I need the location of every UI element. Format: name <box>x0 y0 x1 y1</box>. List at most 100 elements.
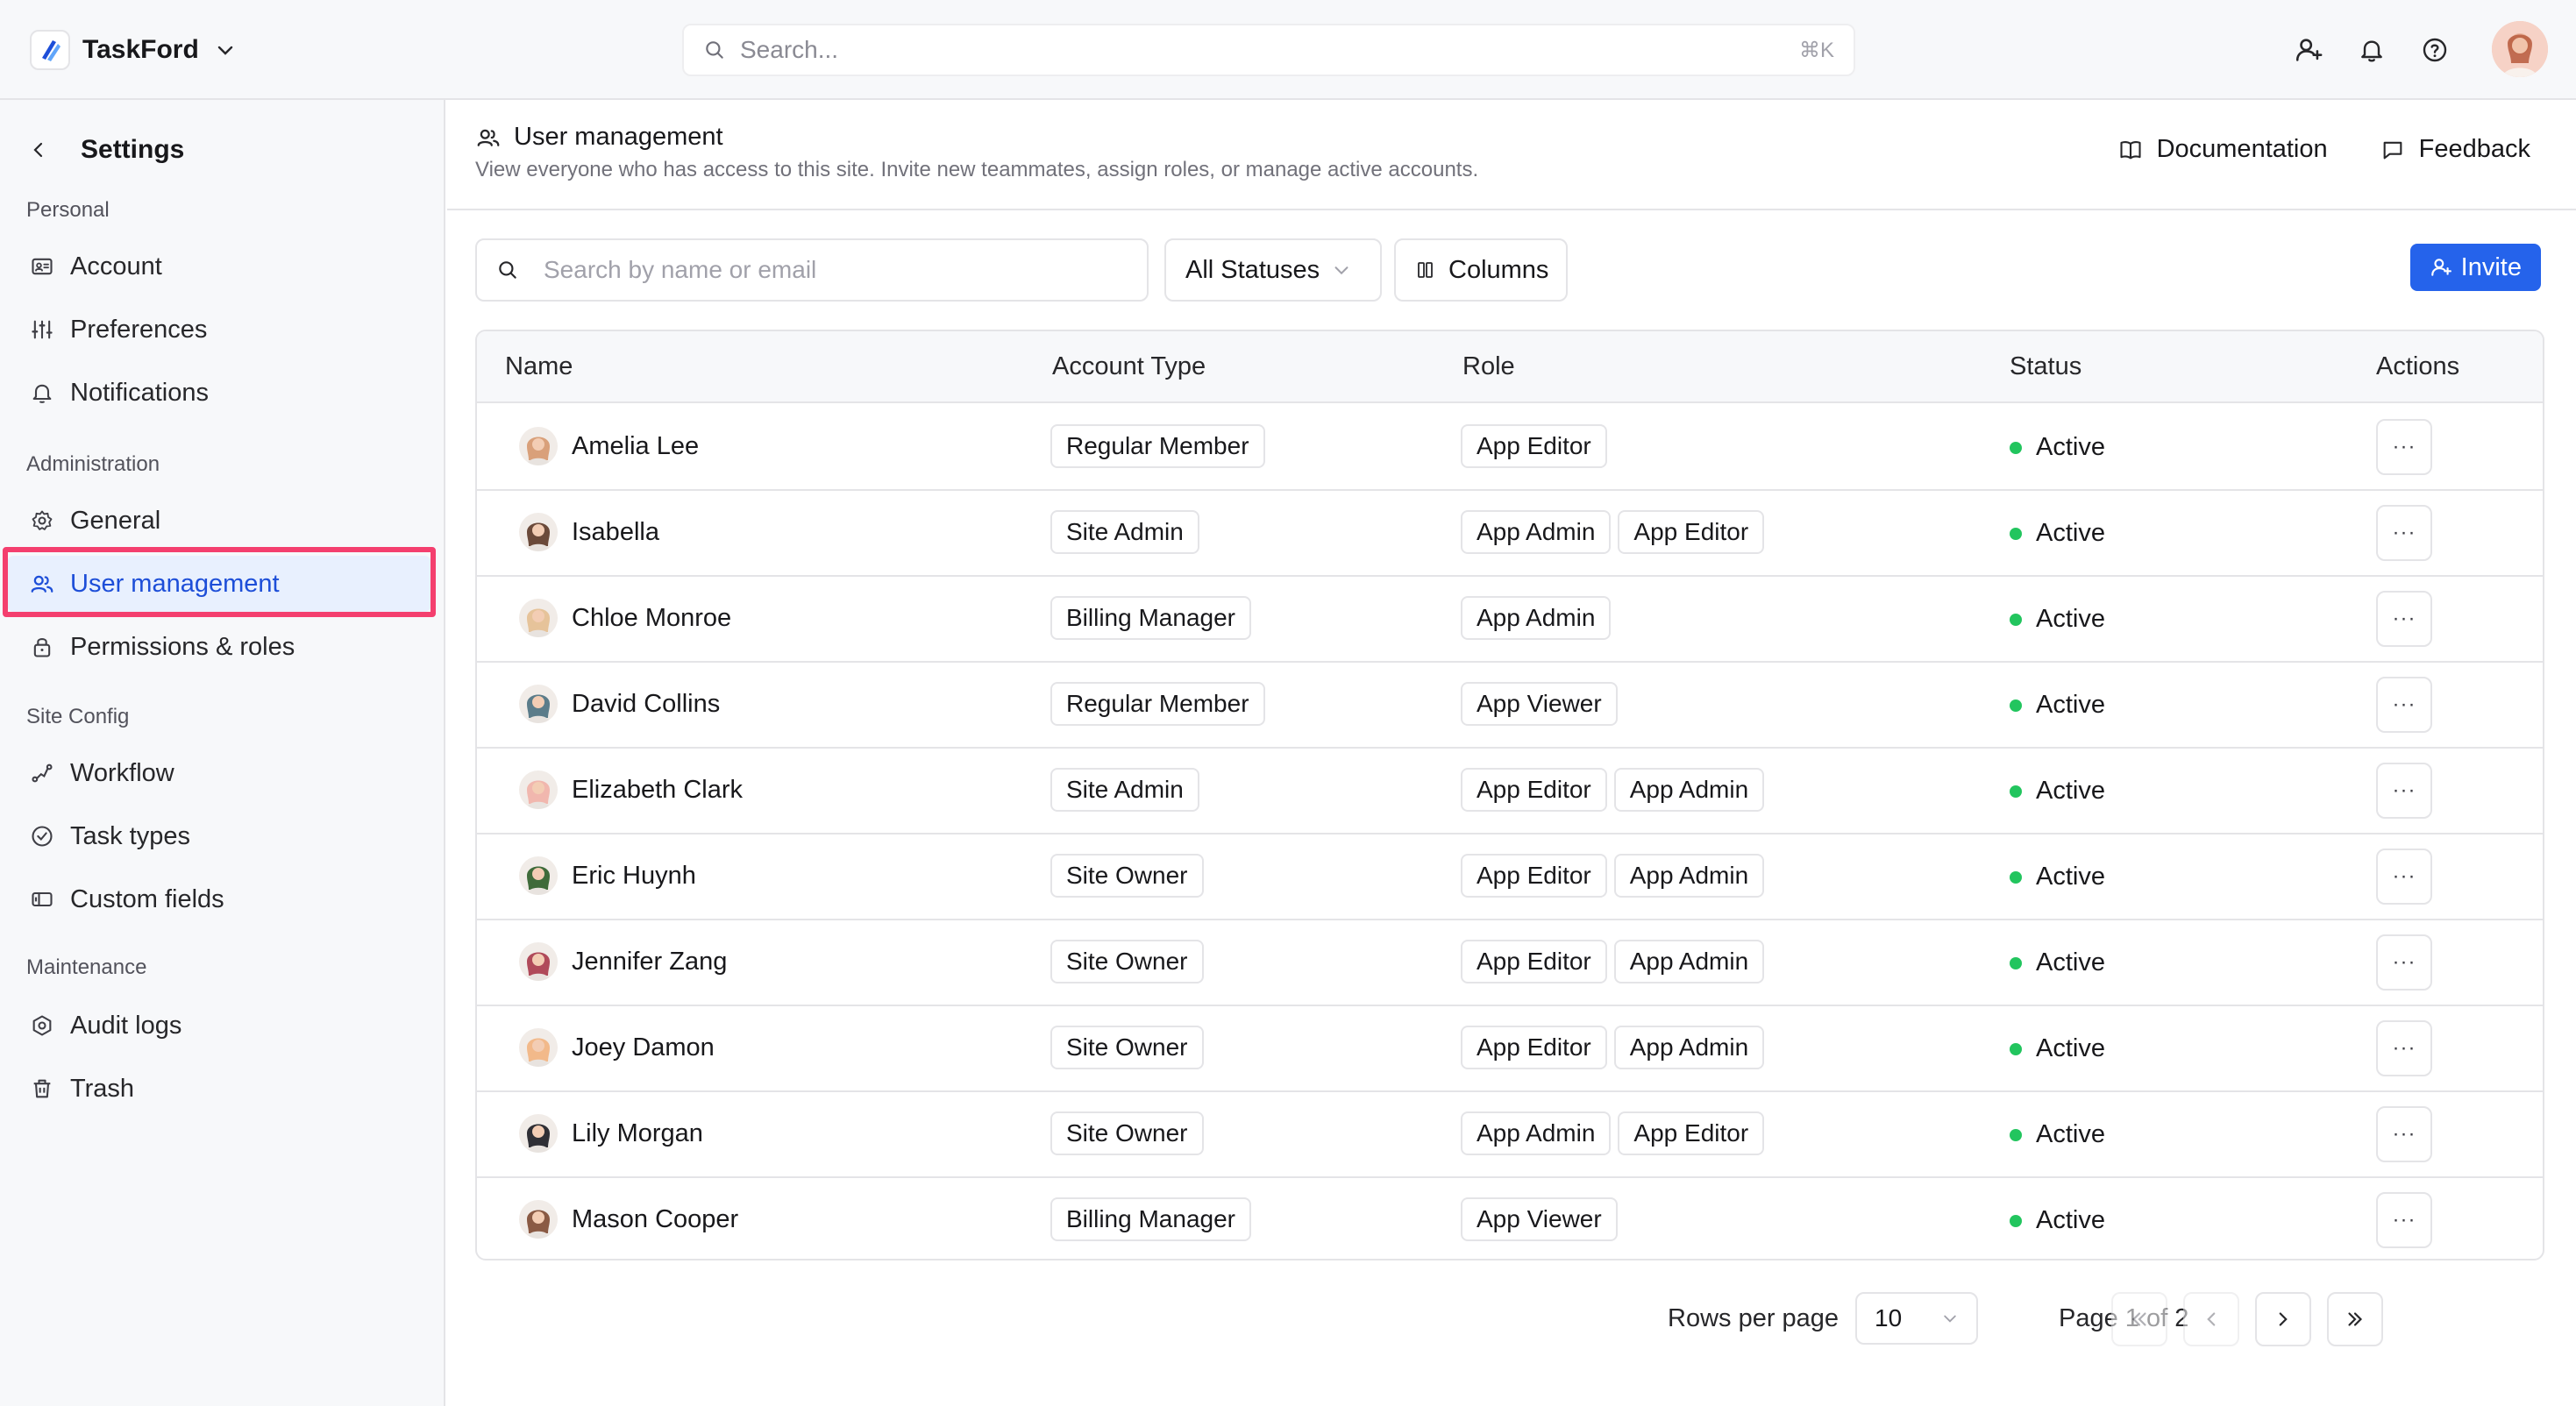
avatar <box>519 599 558 637</box>
row-actions-button[interactable]: ··· <box>2376 849 2432 905</box>
status-dot-icon <box>2010 699 2022 712</box>
sidebar-item-workflow[interactable]: Workflow <box>7 745 431 801</box>
table-row[interactable]: David Collins Regular Member App Viewer Act… <box>477 663 2543 749</box>
user-name: Elizabeth Clark <box>572 775 744 804</box>
table-row[interactable]: Jennifer Zang Site Owner App Editor App Adm… <box>477 920 2543 1006</box>
status-cell: Active <box>2010 1120 2105 1149</box>
workspace-switcher[interactable]: TaskFord <box>30 28 236 72</box>
table-row[interactable]: Elizabeth Clark Site Admin App Editor App A… <box>477 749 2543 834</box>
row-actions-button[interactable]: ··· <box>2376 934 2432 991</box>
table-row[interactable]: Chloe Monroe Billing Manager App Admin Acti… <box>477 577 2543 663</box>
status-text: Active <box>2036 691 2105 719</box>
table-row[interactable]: Joey Damon Site Owner App Editor App Admin A… <box>477 1006 2543 1092</box>
sidebar-item-trash[interactable]: Trash <box>7 1061 431 1117</box>
feedback-link[interactable]: Feedback <box>2380 135 2530 164</box>
name-cell: Jennifer Zang <box>519 942 727 981</box>
pagination: Rows per page 10 Page 1 of 2 <box>447 1290 2576 1352</box>
row-actions-button[interactable]: ··· <box>2376 419 2432 475</box>
chevrons-left-icon <box>2128 1308 2151 1331</box>
name-cell: Isabella <box>519 513 659 551</box>
row-actions-button[interactable]: ··· <box>2376 677 2432 733</box>
first-page-button[interactable] <box>2111 1292 2167 1346</box>
chevron-down-icon <box>1941 1310 1959 1327</box>
sidebar-item-label: Account <box>70 252 162 280</box>
sidebar-section-maintenance: Maintenance <box>26 955 147 979</box>
role-cell: App Editor App Admin <box>1461 768 1765 812</box>
account-type-badge: Site Admin <box>1050 510 1199 554</box>
chevron-right-icon <box>2272 1308 2295 1331</box>
previous-page-button[interactable] <box>2183 1292 2239 1346</box>
back-chevron-icon[interactable] <box>28 139 49 160</box>
role-cell: App Editor App Admin <box>1461 1026 1765 1069</box>
last-page-button[interactable] <box>2327 1292 2383 1346</box>
sidebar-item-label: Trash <box>70 1074 135 1103</box>
column-header-account-type[interactable]: Account Type <box>1052 352 1206 381</box>
role-badge: App Admin <box>1613 940 1765 983</box>
column-header-name[interactable]: Name <box>505 352 573 381</box>
row-actions-button[interactable]: ··· <box>2376 1106 2432 1162</box>
invite-button[interactable]: Invite <box>2409 244 2541 291</box>
status-text: Active <box>2036 863 2105 891</box>
account-type-badge: Site Owner <box>1050 1111 1204 1155</box>
add-user-icon[interactable] <box>2290 32 2327 68</box>
status-cell: Active <box>2010 433 2105 462</box>
role-badge: App Admin <box>1461 596 1612 640</box>
sidebar-item-audit-logs[interactable]: Audit logs <box>7 998 431 1054</box>
sidebar-item-permissions-roles[interactable]: Permissions & roles <box>7 619 431 675</box>
avatar <box>519 685 558 723</box>
status-cell: Active <box>2010 777 2105 806</box>
role-badge: App Admin <box>1613 1026 1765 1069</box>
row-actions-button[interactable]: ··· <box>2376 1020 2432 1076</box>
status-dot-icon <box>2010 870 2022 884</box>
status-filter-select[interactable]: All Statuses <box>1164 238 1382 302</box>
row-actions-button[interactable]: ··· <box>2376 763 2432 819</box>
user-avatar[interactable] <box>2492 21 2548 77</box>
more-horizontal-icon: ··· <box>2392 950 2416 974</box>
hexagon-gear-icon <box>28 1012 56 1040</box>
table-row[interactable]: Eric Huynh Site Owner App Editor App Admin A… <box>477 834 2543 920</box>
sidebar-item-custom-fields[interactable]: Custom fields <box>7 871 431 927</box>
role-cell: App Viewer <box>1461 1197 1618 1241</box>
help-icon[interactable] <box>2416 32 2453 68</box>
row-actions-button[interactable]: ··· <box>2376 591 2432 647</box>
bell-icon[interactable] <box>2353 32 2390 68</box>
book-icon <box>2118 138 2143 162</box>
sidebar-item-account[interactable]: Account <box>7 238 431 295</box>
next-page-button[interactable] <box>2255 1292 2311 1346</box>
table-row[interactable]: Mason Cooper Billing Manager App Viewer Act… <box>477 1178 2543 1259</box>
row-actions-button[interactable]: ··· <box>2376 1192 2432 1248</box>
column-header-status[interactable]: Status <box>2010 352 2081 381</box>
rows-per-page-label: Rows per page <box>1668 1304 1839 1332</box>
row-actions-button[interactable]: ··· <box>2376 505 2432 561</box>
status-text: Active <box>2036 1034 2105 1062</box>
chevrons-right-icon <box>2344 1308 2366 1331</box>
sidebar-item-user-management[interactable]: User management <box>7 556 431 612</box>
table-row[interactable]: Isabella Site Admin App Admin App Editor Act… <box>477 491 2543 577</box>
status-text: Active <box>2036 777 2105 805</box>
rows-per-page-select[interactable]: 10 <box>1855 1292 1978 1345</box>
documentation-link[interactable]: Documentation <box>2118 135 2328 164</box>
role-badge: App Editor <box>1461 1026 1607 1069</box>
column-header-role[interactable]: Role <box>1462 352 1515 381</box>
avatar <box>519 856 558 895</box>
table-row[interactable]: Lily Morgan Site Owner App Admin App Editor… <box>477 1092 2543 1178</box>
user-search-input[interactable]: Search by name or email <box>475 238 1149 302</box>
status-cell: Active <box>2010 863 2105 891</box>
avatar <box>519 942 558 981</box>
sidebar-item-preferences[interactable]: Preferences <box>7 302 431 358</box>
search-shortcut: ⌘K <box>1798 38 1834 62</box>
status-dot-icon <box>2010 1214 2022 1227</box>
account-type-badge: Site Owner <box>1050 940 1204 983</box>
global-search-input[interactable]: Search... ⌘K <box>682 24 1855 76</box>
sidebar-item-notifications[interactable]: Notifications <box>7 365 431 421</box>
check-circle-icon <box>28 822 56 850</box>
user-name: Joey Damon <box>572 1033 715 1062</box>
lock-icon <box>28 633 56 661</box>
avatar <box>519 427 558 465</box>
workspace-name: TaskFord <box>82 35 199 64</box>
columns-button[interactable]: Columns <box>1394 238 1568 302</box>
message-square-icon <box>2380 138 2405 162</box>
table-row[interactable]: Amelia Lee Regular Member App Editor Active… <box>477 405 2543 491</box>
sidebar-item-task-types[interactable]: Task types <box>7 808 431 864</box>
sidebar-item-general[interactable]: General <box>7 493 431 549</box>
